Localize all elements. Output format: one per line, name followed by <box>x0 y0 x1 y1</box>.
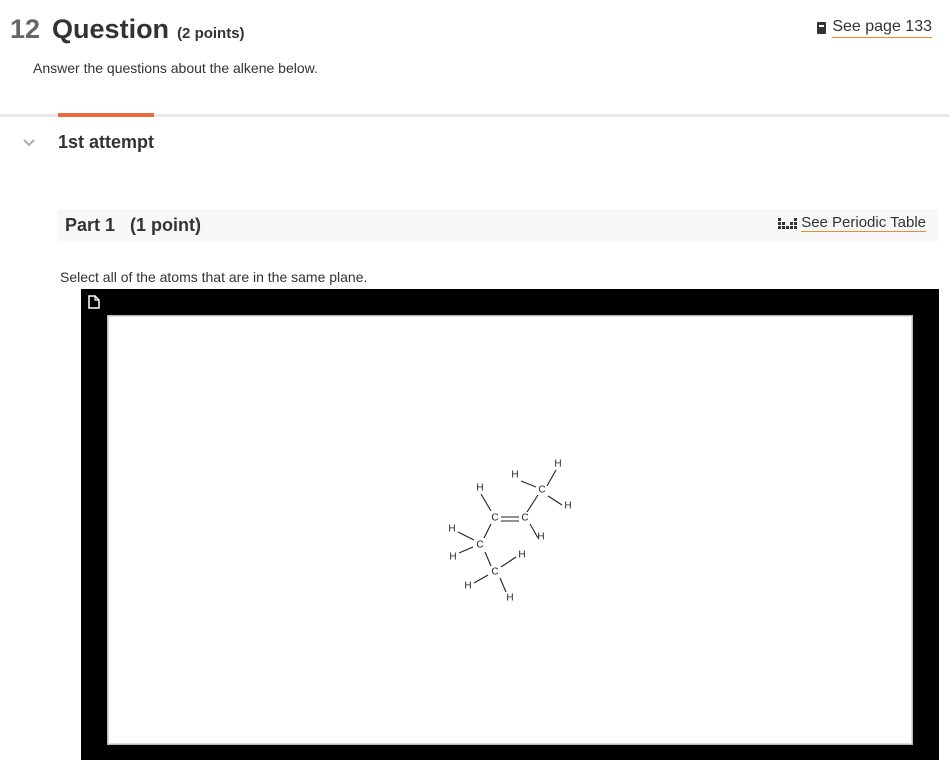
atom-c1[interactable]: C <box>491 513 498 524</box>
bond-c3-h-top <box>546 469 557 487</box>
atom-h7[interactable]: H <box>449 552 456 563</box>
question-instructions: Answer the questions about the alkene be… <box>33 60 318 76</box>
atom-h10[interactable]: H <box>506 593 513 604</box>
bond-h-c4-upper <box>457 531 475 541</box>
attempt-toggle[interactable]: 1st attempt <box>22 132 154 153</box>
atom-h4[interactable]: H <box>554 459 561 470</box>
bond-c5-h-left <box>473 574 489 584</box>
part-title: Part 1 (1 point) <box>65 215 202 235</box>
bond-c1-c4 <box>483 523 492 539</box>
see-page-label[interactable]: See page 133 <box>832 18 932 38</box>
molecule-drawing: H C C H C H H H C H H C H H H <box>448 459 571 604</box>
bond-c2-c3 <box>526 494 539 513</box>
periodic-table-link[interactable]: See Periodic Table <box>778 214 926 232</box>
bond-h-c3 <box>520 480 537 488</box>
atom-h3[interactable]: H <box>511 470 518 481</box>
bond-h-c1 <box>480 493 492 512</box>
periodic-table-label[interactable]: See Periodic Table <box>801 214 926 232</box>
atom-c2[interactable]: C <box>521 513 528 524</box>
atom-h1[interactable]: H <box>476 483 483 494</box>
atom-c4[interactable]: C <box>476 540 483 551</box>
atom-c3[interactable]: C <box>538 485 545 496</box>
bond-c5-h-right <box>500 556 517 568</box>
atom-h9[interactable]: H <box>464 581 471 592</box>
part-prompt: Select all of the atoms that are in the … <box>60 269 368 285</box>
question-number: 12 <box>10 14 41 44</box>
document-icon[interactable] <box>88 295 100 309</box>
question-points: (2 points) <box>177 25 245 42</box>
see-page-link[interactable]: See page 133 <box>817 18 932 38</box>
divider-accent <box>58 113 154 117</box>
attempt-label: 1st attempt <box>58 132 155 152</box>
atom-c5[interactable]: C <box>491 567 498 578</box>
question-title: Question <box>52 14 170 44</box>
bond-c5-h-down <box>499 577 507 593</box>
chevron-down-icon[interactable] <box>22 136 36 150</box>
bond-c4-c5 <box>484 551 492 567</box>
bond-h-c4-lower <box>458 546 474 554</box>
part-header: Part 1 (1 point) See Periodic Table <box>58 209 938 241</box>
atom-h8[interactable]: H <box>518 550 525 561</box>
periodic-table-icon <box>778 217 798 229</box>
ebook-icon <box>817 22 827 34</box>
atom-h5[interactable]: H <box>564 501 571 512</box>
molecule-canvas[interactable]: H C C H C H H H C H H C H H H <box>107 315 913 745</box>
atom-h6[interactable]: H <box>448 524 455 535</box>
question-header: 12 Question (2 points) <box>10 14 245 45</box>
bond-c3-h-right <box>547 495 563 506</box>
molecule-editor: H C C H C H H H C H H C H H H <box>81 289 939 760</box>
atom-h2[interactable]: H <box>537 532 544 543</box>
